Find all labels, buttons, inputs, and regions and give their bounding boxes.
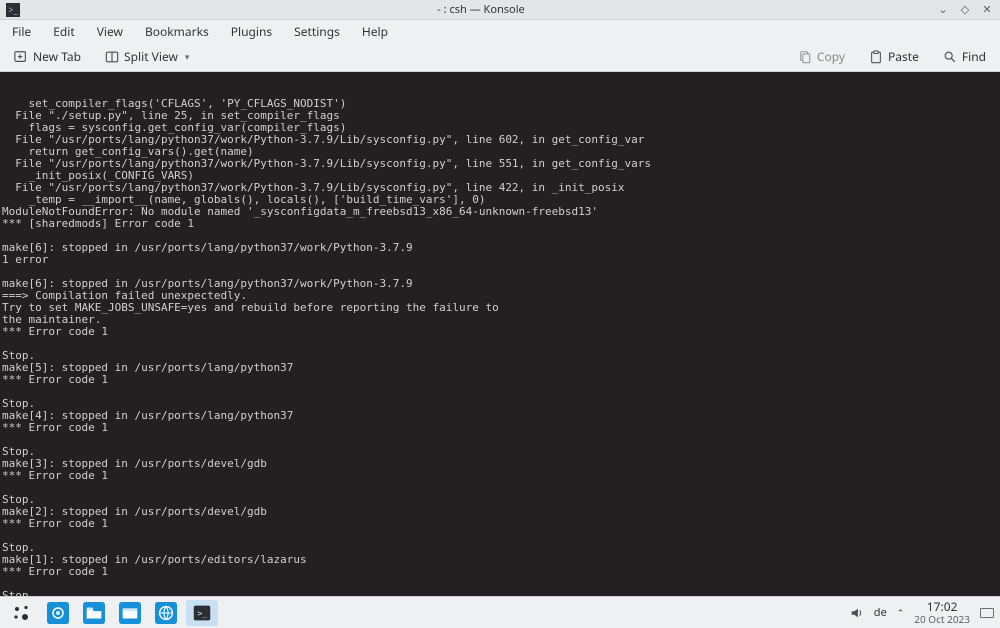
terminal-output: set_compiler_flags('CFLAGS', 'PY_CFLAGS_…: [2, 98, 998, 596]
task-konsole[interactable]: >_: [186, 600, 218, 626]
taskbar: >_ de ⌃ 17:02 20 Oct 2023: [0, 596, 1000, 628]
paste-icon: [869, 50, 883, 64]
terminal-line: *** [sharedmods] Error code 1: [2, 218, 998, 230]
task-settings[interactable]: [42, 600, 74, 626]
clock-date: 20 Oct 2023: [914, 613, 970, 625]
terminal-line: make[2]: stopped in /usr/ports/devel/gdb: [2, 506, 998, 518]
minimize-button[interactable]: ⌄: [936, 2, 950, 17]
new-tab-label: New Tab: [33, 48, 81, 65]
terminal-line: [2, 530, 998, 542]
split-view-button[interactable]: Split View ▾: [99, 45, 195, 68]
terminal-line: *** Error code 1: [2, 470, 998, 482]
copy-label: Copy: [817, 48, 845, 65]
terminal-line: make[1]: stopped in /usr/ports/editors/l…: [2, 554, 998, 566]
maximize-button[interactable]: ◇: [958, 2, 972, 17]
konsole-app-icon: >_: [6, 3, 20, 17]
new-tab-button[interactable]: New Tab: [8, 45, 87, 68]
terminal-line: *** Error code 1: [2, 326, 998, 338]
show-desktop-button[interactable]: [980, 608, 994, 618]
terminal-line: *** Error code 1: [2, 518, 998, 530]
terminal-area[interactable]: set_compiler_flags('CFLAGS', 'PY_CFLAGS_…: [0, 72, 1000, 596]
keyboard-layout[interactable]: de: [874, 605, 887, 620]
clock-time: 17:02: [914, 601, 970, 613]
terminal-line: [2, 338, 998, 350]
tray-chevron-up-icon[interactable]: ⌃: [897, 606, 905, 619]
toolbar: New Tab Split View ▾ Copy Paste Find: [0, 42, 1000, 72]
new-tab-icon: [14, 50, 28, 64]
terminal-line: 1 error: [2, 254, 998, 266]
task-file-manager-2[interactable]: [114, 600, 146, 626]
terminal-line: [2, 434, 998, 446]
task-browser[interactable]: [150, 600, 182, 626]
search-icon: [943, 50, 957, 64]
find-button[interactable]: Find: [937, 45, 992, 68]
copy-icon: [798, 50, 812, 64]
copy-button[interactable]: Copy: [792, 45, 851, 68]
terminal-line: *** Error code 1: [2, 422, 998, 434]
system-tray: de ⌃ 17:02 20 Oct 2023: [850, 601, 994, 625]
paste-label: Paste: [888, 48, 919, 65]
terminal-line: *** Error code 1: [2, 374, 998, 386]
terminal-line: *** Error code 1: [2, 566, 998, 578]
terminal-line: [2, 386, 998, 398]
find-label: Find: [962, 48, 986, 65]
chevron-down-icon: ▾: [185, 50, 190, 63]
menu-file[interactable]: File: [8, 21, 35, 42]
terminal-line: make[3]: stopped in /usr/ports/devel/gdb: [2, 458, 998, 470]
menu-bookmarks[interactable]: Bookmarks: [141, 21, 213, 42]
split-view-label: Split View: [124, 48, 178, 65]
clock[interactable]: 17:02 20 Oct 2023: [914, 601, 970, 625]
close-button[interactable]: ✕: [980, 2, 994, 17]
terminal-line: make[4]: stopped in /usr/ports/lang/pyth…: [2, 410, 998, 422]
terminal-line: make[5]: stopped in /usr/ports/lang/pyth…: [2, 362, 998, 374]
menu-plugins[interactable]: Plugins: [227, 21, 276, 42]
svg-text:>_: >_: [197, 607, 207, 617]
menubar: File Edit View Bookmarks Plugins Setting…: [0, 20, 1000, 42]
terminal-line: make[6]: stopped in /usr/ports/lang/pyth…: [2, 242, 998, 254]
terminal-line: the maintainer.: [2, 314, 998, 326]
terminal-line: [2, 578, 998, 590]
task-file-manager[interactable]: [78, 600, 110, 626]
terminal-line: Try to set MAKE_JOBS_UNSAFE=yes and rebu…: [2, 302, 998, 314]
menu-view[interactable]: View: [93, 21, 127, 42]
menu-help[interactable]: Help: [358, 21, 392, 42]
paste-button[interactable]: Paste: [863, 45, 925, 68]
app-launcher-button[interactable]: [6, 600, 38, 626]
menu-settings[interactable]: Settings: [290, 21, 344, 42]
menu-edit[interactable]: Edit: [49, 21, 78, 42]
window-title: - : csh — Konsole: [26, 2, 936, 17]
titlebar: >_ - : csh — Konsole ⌄ ◇ ✕: [0, 0, 1000, 20]
terminal-line: [2, 482, 998, 494]
volume-icon[interactable]: [850, 606, 864, 620]
split-view-icon: [105, 50, 119, 64]
